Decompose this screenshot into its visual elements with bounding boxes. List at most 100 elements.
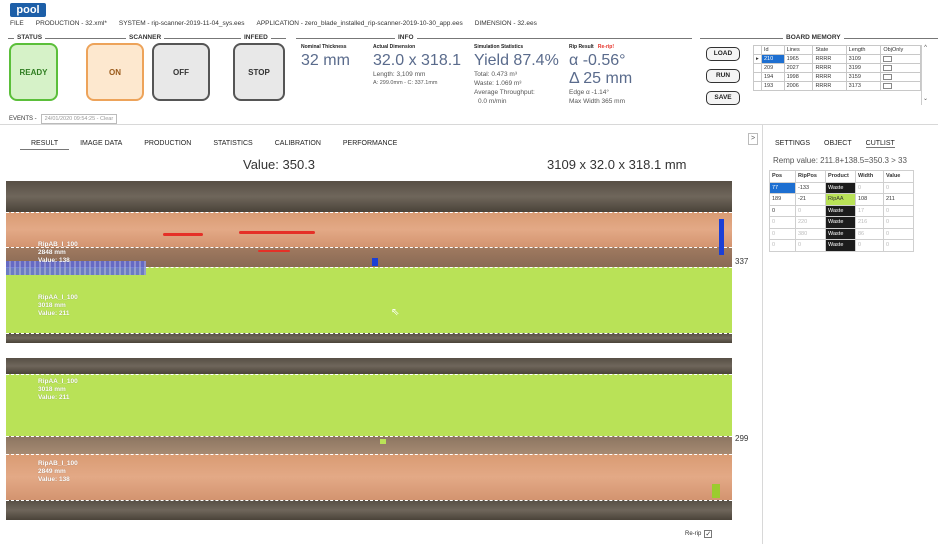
table-row[interactable]: 0 0 Waste 17 0 xyxy=(769,204,914,217)
row-indicator xyxy=(753,81,762,91)
rerip-checkbox-group[interactable]: Re-rip ✓ xyxy=(685,530,713,538)
delta-value: Δ 25 mm xyxy=(569,70,633,87)
events-bar: EVENTS - 24/01/2020 09:54:25 - Clear xyxy=(9,114,118,124)
scroll-up-icon[interactable]: ^ xyxy=(922,45,929,51)
rip-name: RipAB_I_100 xyxy=(38,460,78,467)
col-rippos: RipPos xyxy=(795,170,826,183)
table-row[interactable]: 77 -133 Waste 0 0 xyxy=(769,181,914,194)
cell-pos: 189 xyxy=(769,193,796,206)
events-value[interactable]: 24/01/2020 09:54:25 - Clear xyxy=(40,114,118,124)
cutlist-table: Pos RipPos Product Width Value 77 -133 W… xyxy=(769,170,914,252)
table-row[interactable]: 0 220 Waste 216 0 xyxy=(769,216,914,229)
cell-product: Waste xyxy=(825,181,856,194)
table-row[interactable]: 0 0 Waste 0 0 xyxy=(769,239,914,252)
cell-length: 3159 xyxy=(845,72,882,82)
board-view-a[interactable]: RipAA_I_100 3018 mm Value: 211 RipAB_I_1… xyxy=(6,358,732,520)
row-indicator xyxy=(753,72,762,82)
menubar: FILE PRODUCTION - 32.xml* SYSTEM - rip-s… xyxy=(10,20,537,30)
menu-application[interactable]: APPLICATION - zero_blade_installed_rip-s… xyxy=(257,20,463,30)
tab-image-data[interactable]: IMAGE DATA xyxy=(69,139,133,150)
tab-object[interactable]: OBJECT xyxy=(824,140,852,148)
cell-state: RRRR xyxy=(812,63,847,73)
cell-pos: 0 xyxy=(769,227,796,240)
tab-cutlist[interactable]: CUTLIST xyxy=(865,140,895,148)
cell-lines: 2006 xyxy=(783,81,814,91)
table-row[interactable]: 189 -21 RipAA 108 211 xyxy=(769,193,914,206)
panel-collapse-icon[interactable]: > xyxy=(748,133,758,145)
rip-value: Value: 138 xyxy=(38,476,70,483)
scanner-off-button[interactable]: OFF xyxy=(152,43,210,101)
cell-objonly[interactable] xyxy=(880,81,921,91)
cell-rippos: -21 xyxy=(795,193,826,206)
tab-result[interactable]: RESULT xyxy=(20,139,70,150)
tab-statistics[interactable]: STATISTICS xyxy=(202,139,263,150)
save-button[interactable]: SAVE xyxy=(706,91,740,105)
run-button[interactable]: RUN xyxy=(706,69,740,83)
cell-width: 86 xyxy=(855,227,884,240)
cell-id: 210 xyxy=(761,54,785,64)
table-row[interactable]: ▸ 210 1965 RRRR 3109 xyxy=(753,54,921,64)
menu-production[interactable]: PRODUCTION - 32.xml* xyxy=(36,20,107,30)
table-row[interactable]: 0 380 Waste 86 0 xyxy=(769,227,914,240)
c-top-label: RipAB_I_100 2848 mm Value: 138 xyxy=(38,241,78,265)
ready-button[interactable]: READY xyxy=(9,43,58,101)
cut-line xyxy=(6,374,732,375)
tab-production[interactable]: PRODUCTION xyxy=(133,139,202,150)
group-scanner-title: SCANNER xyxy=(126,34,165,42)
cell-objonly[interactable] xyxy=(880,63,921,73)
checkbox[interactable] xyxy=(883,82,893,89)
rip-length: 2849 mm xyxy=(38,468,66,475)
col-state: State xyxy=(812,45,847,55)
checkbox[interactable] xyxy=(883,55,893,62)
col-width: Width xyxy=(855,170,884,183)
checkbox[interactable] xyxy=(883,64,893,71)
nominal-label: Nominal Thickness xyxy=(301,44,347,50)
cell-id: 194 xyxy=(761,72,785,82)
pool-logo: pool xyxy=(10,3,46,17)
cell-state: RRRR xyxy=(812,72,847,82)
checkbox[interactable] xyxy=(883,73,893,80)
menu-system[interactable]: SYSTEM - rip-scanner-2019-11-04_sys.ees xyxy=(119,20,245,30)
row-indicator-header xyxy=(753,45,762,55)
tab-performance[interactable]: PERFORMANCE xyxy=(332,139,408,150)
rip-length: 3018 mm xyxy=(38,302,66,309)
cell-objonly[interactable] xyxy=(880,72,921,82)
cell-width: 108 xyxy=(855,193,884,206)
blue-marker xyxy=(372,258,378,266)
defect-mark xyxy=(163,233,203,236)
edge-value: Edge α -1.14° xyxy=(569,89,609,96)
avg-label: Average Throughput: xyxy=(474,89,535,96)
menu-file[interactable]: FILE xyxy=(10,20,24,30)
tab-settings[interactable]: SETTINGS xyxy=(775,140,810,148)
scroll-down-icon[interactable]: ⌄ xyxy=(922,95,929,102)
rerip-label: Re-rip xyxy=(685,531,702,537)
load-button[interactable]: LOAD xyxy=(706,47,740,61)
green-marker xyxy=(380,439,386,444)
cell-value: 0 xyxy=(883,181,914,194)
rerip-checkbox[interactable]: ✓ xyxy=(704,530,713,538)
table-row[interactable]: 194 1998 RRRR 3159 xyxy=(753,72,921,82)
cell-product: Waste xyxy=(825,204,856,217)
table-row[interactable]: 193 2006 RRRR 3173 xyxy=(753,81,921,91)
rip-result: Rip Result Re-rip! α -0.56° Δ 25 mm Edge… xyxy=(569,43,632,106)
cell-value: 211 xyxy=(883,193,914,206)
defect-mark xyxy=(258,250,290,252)
cell-rippos: 220 xyxy=(795,216,826,229)
table-row[interactable]: 209 2027 RRRR 3199 xyxy=(753,63,921,73)
row-indicator-icon: ▸ xyxy=(753,54,762,64)
scanner-on-button[interactable]: ON xyxy=(86,43,144,101)
cell-length: 3173 xyxy=(845,81,882,91)
wood-core xyxy=(6,436,732,454)
board-memory-scrollbar[interactable]: ^ ⌄ xyxy=(921,45,929,105)
cell-objonly[interactable] xyxy=(880,54,921,64)
rip-green-strip xyxy=(6,374,732,436)
a-bottom-label: RipAB_I_100 2849 mm Value: 138 xyxy=(38,460,78,484)
total-value: Total: 0.473 m³ xyxy=(474,71,517,78)
result-dimensions: 3109 x 32.0 x 318.1 mm xyxy=(547,157,687,172)
board-view-c[interactable]: RipAB_I_100 2848 mm Value: 138 RipAA_I_1… xyxy=(6,181,732,343)
col-pos: Pos xyxy=(769,170,796,183)
tab-calibration[interactable]: CALIBRATION xyxy=(264,139,332,150)
infeed-stop-button[interactable]: STOP xyxy=(233,43,285,101)
menu-dimension[interactable]: DIMENSION - 32.ees xyxy=(475,20,537,30)
cell-value: 0 xyxy=(883,239,914,252)
